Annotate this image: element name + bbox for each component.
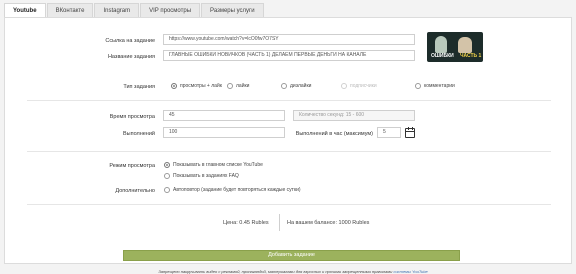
thumbnail-text-left: ОШИБКИ — [431, 53, 454, 59]
video-url-input[interactable]: https://www.youtube.com/watch?v=lcO0fw7O… — [163, 34, 415, 45]
view-mode-faq-label: Показывать в заданиях FAQ — [173, 173, 239, 179]
section-divider — [27, 204, 551, 205]
view-time-label: Время просмотра — [109, 114, 155, 120]
view-mode-faq-radio[interactable] — [164, 173, 170, 179]
task-type-comments-label: комментарии — [424, 83, 455, 89]
task-type-likes-label: лайки — [236, 83, 250, 89]
rules-note: Запрещено накручивать видео с рекламой, … — [121, 269, 465, 274]
task-name-input[interactable]: ГЛАВНЫЕ ОШИБКИ НОВИЧКОВ (ЧАСТЬ 1) ДЕЛАЕМ… — [163, 50, 415, 61]
per-hour-label: Выполнений в час (максимум) — [295, 131, 373, 137]
tab-youtube[interactable]: Youtube — [4, 3, 46, 18]
video-thumbnail: ОШИБКИ ЧАСТЬ 1 — [427, 32, 483, 62]
executions-input[interactable]: 100 — [163, 127, 285, 138]
per-hour-input[interactable]: 5 — [377, 127, 401, 138]
section-divider — [27, 100, 551, 101]
tab-vip-views[interactable]: VIP просмотры — [140, 3, 201, 18]
view-mode-label: Режим просмотра — [109, 163, 155, 169]
task-type-likes-radio[interactable] — [227, 83, 233, 89]
rules-note-link[interactable]: системы YouTube — [393, 269, 427, 274]
tab-instagram[interactable]: Instagram — [94, 3, 140, 18]
task-form-panel: Ссылка на задание https://www.youtube.co… — [4, 17, 572, 274]
thumbnail-person-right — [458, 37, 472, 53]
section-divider — [27, 151, 551, 152]
video-url-label: Ссылка на задание — [105, 38, 155, 44]
task-type-dislikes-label: дизлайки — [290, 83, 312, 89]
price-balance-divider — [279, 214, 280, 231]
executions-label: Выполнений — [122, 131, 155, 137]
autorepeat-radio[interactable] — [164, 187, 170, 193]
task-name-label: Название задания — [107, 54, 155, 60]
price-text: Цена: 0.45 Rubles — [223, 220, 269, 226]
calendar-icon[interactable] — [405, 127, 415, 138]
view-time-hint-field: Количество секунд: 15 - 600 — [293, 110, 415, 121]
extra-options-label: Дополнительно — [115, 188, 155, 194]
thumbnail-text-right: ЧАСТЬ 1 — [460, 53, 482, 59]
task-type-subscribers-radio[interactable] — [341, 83, 347, 89]
view-mode-main-list-radio[interactable] — [164, 162, 170, 168]
view-time-input[interactable]: 45 — [163, 110, 285, 121]
service-tabs: Youtube ВКонтакте Instagram VIP просмотр… — [4, 3, 265, 18]
tab-service-sizes[interactable]: Размеры услуги — [201, 3, 264, 18]
view-mode-main-list-label: Показывать в главном списке YouTube — [173, 162, 263, 168]
rules-note-text: Запрещено накручивать видео с рекламой, … — [158, 269, 393, 274]
task-type-label: Тип задания — [123, 84, 155, 90]
page: Youtube ВКонтакте Instagram VIP просмотр… — [0, 0, 576, 274]
thumbnail-person-left — [435, 36, 447, 53]
task-type-comments-radio[interactable] — [415, 83, 421, 89]
task-type-views-like-radio[interactable] — [171, 83, 177, 89]
task-type-dislikes-radio[interactable] — [281, 83, 287, 89]
add-task-button[interactable]: Добавить задание — [123, 250, 460, 261]
balance-text: На вашем балансе: 1000 Rubles — [287, 220, 370, 226]
tab-vkontakte[interactable]: ВКонтакте — [46, 3, 94, 18]
autorepeat-label: Автоповтор (задание будет повторяться ка… — [173, 187, 301, 193]
task-type-subscribers-label: подписчики — [350, 83, 377, 89]
task-type-views-like-label: просмотры + лайк — [180, 83, 222, 89]
